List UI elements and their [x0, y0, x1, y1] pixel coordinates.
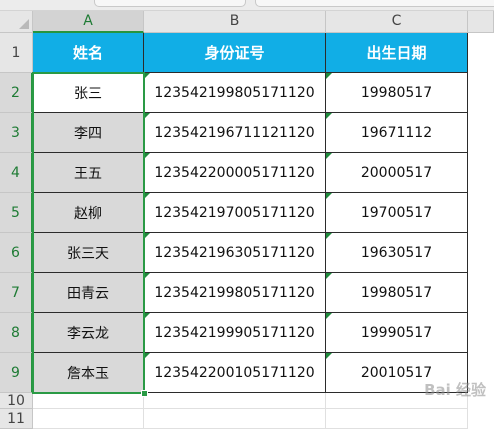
header-cell-b[interactable]: 身份证号: [144, 33, 326, 73]
watermark: Bai 经验: [424, 381, 486, 399]
formula-bar[interactable]: [255, 0, 494, 7]
row-header-9[interactable]: 9: [0, 353, 33, 393]
cell-a9[interactable]: 詹本玉: [33, 353, 144, 393]
row-header-11[interactable]: 11: [0, 409, 33, 429]
cell-c7[interactable]: 19980517: [326, 273, 468, 313]
row-header-7[interactable]: 7: [0, 273, 33, 313]
select-all-corner[interactable]: [0, 11, 33, 33]
cell-b10[interactable]: [144, 393, 326, 409]
cell-a7[interactable]: 田青云: [33, 273, 144, 313]
cell-b6[interactable]: 123542196305171120: [144, 233, 326, 273]
fill-handle[interactable]: [141, 390, 148, 397]
toolbar-strip: [0, 0, 494, 11]
cell-b5[interactable]: 123542197005171120: [144, 193, 326, 233]
row-header-1[interactable]: 1: [0, 33, 33, 73]
column-header-a[interactable]: A: [33, 11, 144, 33]
header-cell-a[interactable]: 姓名: [33, 33, 144, 73]
row-header-5[interactable]: 5: [0, 193, 33, 233]
cell-c11[interactable]: [326, 409, 468, 429]
cell-b9[interactable]: 123542200105171120: [144, 353, 326, 393]
cell-c8[interactable]: 19990517: [326, 313, 468, 353]
row-header-8[interactable]: 8: [0, 313, 33, 353]
cell-b8[interactable]: 123542199905171120: [144, 313, 326, 353]
cell-a5[interactable]: 赵柳: [33, 193, 144, 233]
row-header-3[interactable]: 3: [0, 113, 33, 153]
row-header-10[interactable]: 10: [0, 393, 33, 409]
cell-c2[interactable]: 19980517: [326, 73, 468, 113]
cell-b3[interactable]: 123542196711121120: [144, 113, 326, 153]
cell-b2[interactable]: 123542199805171120: [144, 73, 326, 113]
cell-a4[interactable]: 王五: [33, 153, 144, 193]
cell-c3[interactable]: 19671112: [326, 113, 468, 153]
cell-b4[interactable]: 123542200005171120: [144, 153, 326, 193]
cell-a6[interactable]: 张三天: [33, 233, 144, 273]
cell-a8[interactable]: 李云龙: [33, 313, 144, 353]
cell-a3[interactable]: 李四: [33, 113, 144, 153]
cell-a2[interactable]: 张三: [33, 73, 144, 113]
row-header-6[interactable]: 6: [0, 233, 33, 273]
cell-b7[interactable]: 123542199805171120: [144, 273, 326, 313]
cell-c4[interactable]: 20000517: [326, 153, 468, 193]
cell-c6[interactable]: 19630517: [326, 233, 468, 273]
row-header-4[interactable]: 4: [0, 153, 33, 193]
cell-b11[interactable]: [144, 409, 326, 429]
column-header-b[interactable]: B: [144, 11, 326, 33]
column-header-c[interactable]: C: [326, 11, 468, 33]
name-box[interactable]: [94, 0, 246, 7]
header-cell-c[interactable]: 出生日期: [326, 33, 468, 73]
row-header-2[interactable]: 2: [0, 73, 33, 113]
column-header-filler: [468, 11, 494, 33]
cell-a11[interactable]: [33, 409, 144, 429]
cell-c5[interactable]: 19700517: [326, 193, 468, 233]
cell-a10[interactable]: [33, 393, 144, 409]
